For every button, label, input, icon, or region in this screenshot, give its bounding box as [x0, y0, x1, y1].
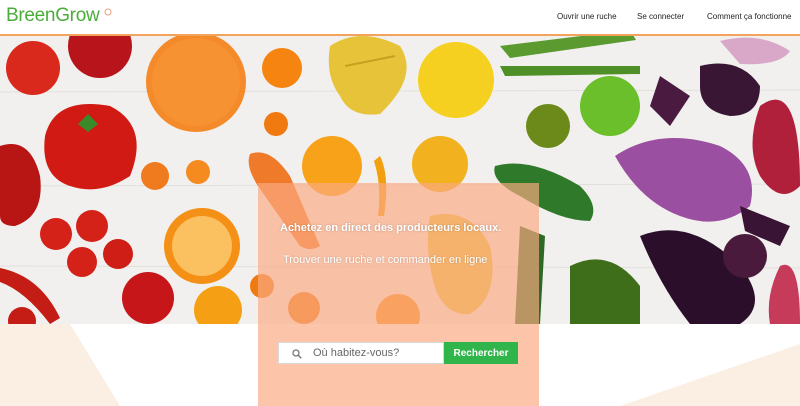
site-header: BreenGrow Ouvrir une ruche Se connecter … — [0, 0, 800, 36]
search-icon — [292, 349, 302, 359]
sprout-icon — [104, 8, 112, 16]
hero-overlay-card — [258, 183, 539, 406]
logo-text[interactable]: BreenGrow — [6, 5, 100, 27]
nav-how-it-works[interactable]: Comment ça fonctionne — [707, 12, 792, 21]
search-button[interactable]: Rechercher — [444, 342, 518, 364]
nav-open-hive[interactable]: Ouvrir une ruche — [557, 12, 617, 21]
hero-tagline: Achetez en direct des producteurs locaux… — [280, 222, 502, 234]
decor-shape-right — [620, 344, 800, 406]
decor-shape-left — [0, 324, 120, 406]
nav-login[interactable]: Se connecter — [637, 12, 684, 21]
search-field[interactable] — [278, 342, 444, 364]
search-input[interactable] — [313, 345, 439, 361]
hero-subline: Trouver une ruche et commander en ligne — [283, 254, 488, 266]
